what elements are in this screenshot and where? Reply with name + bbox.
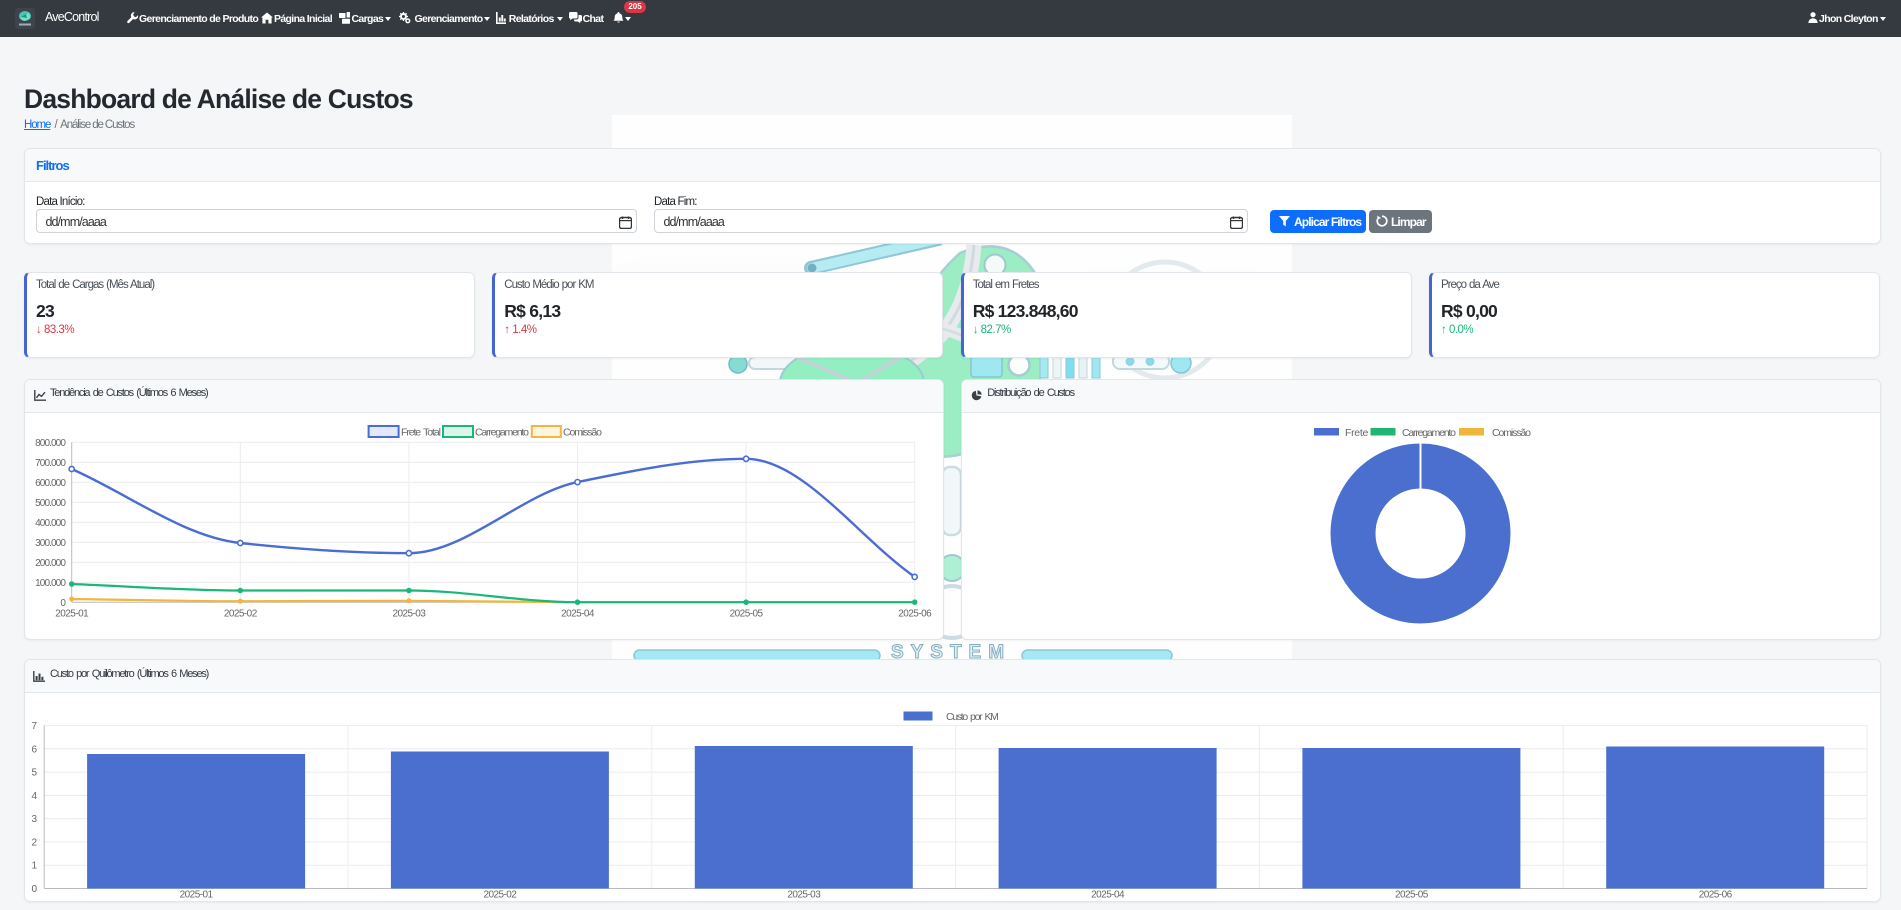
svg-text:400.000: 400.000 bbox=[35, 518, 66, 529]
svg-text:800.000: 800.000 bbox=[35, 438, 66, 449]
svg-text:700.000: 700.000 bbox=[35, 458, 66, 469]
svg-text:Custo por KM: Custo por KM bbox=[946, 711, 998, 723]
svg-text:2: 2 bbox=[31, 837, 37, 848]
svg-text:2025-05: 2025-05 bbox=[1395, 890, 1429, 901]
svg-text:100.000: 100.000 bbox=[35, 578, 66, 589]
svg-text:2025-03: 2025-03 bbox=[787, 890, 821, 901]
svg-text:Carregamento: Carregamento bbox=[475, 427, 529, 439]
svg-text:500.000: 500.000 bbox=[35, 498, 66, 509]
svg-text:2025-02: 2025-02 bbox=[483, 890, 517, 901]
svg-text:4: 4 bbox=[31, 791, 37, 802]
svg-text:1: 1 bbox=[31, 861, 37, 872]
svg-text:Comissão: Comissão bbox=[563, 427, 602, 439]
svg-text:2025-05: 2025-05 bbox=[730, 609, 764, 620]
svg-text:2025-01: 2025-01 bbox=[180, 890, 214, 901]
svg-text:Frete: Frete bbox=[1345, 427, 1368, 439]
svg-text:Carregamento: Carregamento bbox=[1402, 427, 1456, 439]
svg-text:3: 3 bbox=[31, 814, 37, 825]
svg-text:5: 5 bbox=[31, 768, 37, 779]
svg-text:0: 0 bbox=[60, 598, 66, 609]
svg-text:7: 7 bbox=[31, 721, 37, 732]
svg-text:Comissão: Comissão bbox=[1492, 427, 1531, 439]
svg-text:2025-02: 2025-02 bbox=[224, 609, 258, 620]
svg-text:200.000: 200.000 bbox=[35, 558, 66, 569]
svg-text:2025-03: 2025-03 bbox=[392, 609, 426, 620]
svg-text:Frete Total: Frete Total bbox=[401, 427, 441, 439]
svg-text:600.000: 600.000 bbox=[35, 478, 66, 489]
svg-text:2025-06: 2025-06 bbox=[898, 609, 932, 620]
svg-text:2025-06: 2025-06 bbox=[1699, 890, 1733, 901]
svg-text:2025-04: 2025-04 bbox=[1091, 890, 1125, 901]
svg-text:6: 6 bbox=[31, 744, 37, 755]
svg-text:2025-01: 2025-01 bbox=[55, 609, 89, 620]
svg-text:0: 0 bbox=[31, 884, 37, 895]
svg-text:300.000: 300.000 bbox=[35, 538, 66, 549]
svg-text:2025-04: 2025-04 bbox=[561, 609, 595, 620]
